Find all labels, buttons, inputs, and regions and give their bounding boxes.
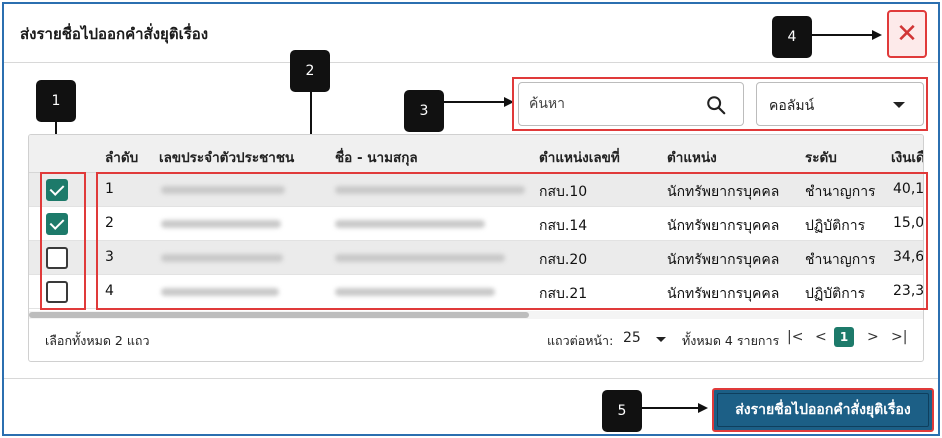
next-page-icon[interactable]: > [867,329,879,345]
callout-4-arrowhead [872,30,882,40]
name-redacted [335,186,525,194]
row-no: 3 [105,249,114,265]
row-salary: 40,1 [893,181,924,197]
row-salary: 15,0 [893,215,924,231]
row-checkbox[interactable] [46,247,68,269]
header-salary[interactable]: เงินเดื [891,146,923,168]
table-row[interactable]: 4 กสบ.21 นักทรัพยากรบุคคล ปฏิบัติการ 23,… [29,275,924,309]
citizen-id-redacted [161,220,281,228]
row-position: นักทรัพยากรบุคคล [667,286,780,302]
footer-divider [4,378,938,379]
row-checkbox[interactable] [46,179,68,201]
data-table: ลำดับ เลขประจำตัวประชาชน ชื่อ - นามสกุล … [28,134,924,362]
citizen-id-redacted [161,186,285,194]
total-count: ทั้งหมด 4 รายการ [682,333,780,348]
callout-3: 3 [404,90,444,132]
rows-per-page-value[interactable]: 25 [623,330,641,346]
row-salary: 34,6 [893,249,924,265]
dialog-title: ส่งรายชื่อไปออกคำสั่งยุติเรื่อง [20,25,209,43]
citizen-id-redacted [161,288,279,296]
row-position: นักทรัพยากรบุคคล [667,218,780,234]
name-redacted [335,254,505,262]
row-salary: 23,3 [893,283,924,299]
row-checkbox[interactable] [46,213,68,235]
row-level: ปฏิบัติการ [805,218,866,234]
row-position: นักทรัพยากรบุคคล [667,184,780,200]
callout-3-arrow [444,101,506,103]
chevron-down-icon[interactable] [656,337,666,342]
callout-5-arrowhead [698,403,708,413]
callout-5: 5 [602,390,642,432]
horizontal-scrollbar[interactable] [29,311,923,319]
header-divider [4,62,938,63]
close-button[interactable]: ✕ [887,10,927,58]
row-no: 2 [105,215,114,231]
header-level[interactable]: ระดับ [805,146,837,168]
callout-2: 2 [290,50,330,92]
button-inner-border [717,393,929,427]
table-row[interactable]: 2 กสบ.14 นักทรัพยากรบุคคล ปฏิบัติการ 15,… [29,207,924,241]
header-no[interactable]: ลำดับ [105,146,138,168]
search-field[interactable] [518,82,744,126]
table-row[interactable]: 1 กสบ.10 นักทรัพยากรบุคคล ชำนาญการ 40,1 [29,173,924,207]
citizen-id-redacted [161,254,283,262]
callout-1: 1 [36,80,76,122]
header-position[interactable]: ตำแหน่ง [667,146,717,168]
row-checkbox[interactable] [46,281,68,303]
header-name[interactable]: ชื่อ - นามสกุล [335,146,418,168]
row-no: 1 [105,181,114,197]
column-filter-label: คอลัมน์ [769,98,815,114]
submit-termination-button[interactable]: ส่งรายชื่อไปออกคำสั่งยุติเรื่อง [712,388,934,432]
row-level: ชำนาญการ [805,184,876,200]
name-redacted [335,220,485,228]
row-position-no: กสบ.20 [539,252,588,268]
callout-5-arrow [642,407,700,409]
scrollbar-thumb[interactable] [29,312,529,318]
callout-4-arrow [812,34,874,36]
table-header: ลำดับ เลขประจำตัวประชาชน ชื่อ - นามสกุล … [29,135,923,173]
row-position-no: กสบ.10 [539,184,588,200]
row-no: 4 [105,283,114,299]
dialog: ส่งรายชื่อไปออกคำสั่งยุติเรื่อง ✕ 4 3 2 … [2,2,940,436]
search-icon[interactable] [705,94,727,116]
callout-4: 4 [772,16,812,58]
selected-count: เลือกทั้งหมด 2 แถว [45,333,150,348]
current-page-button[interactable]: 1 [834,327,854,347]
callout-3-arrowhead [504,97,514,107]
rows-per-page-label: แถวต่อหน้า: [547,333,614,348]
search-input[interactable] [529,93,699,115]
chevron-down-icon [893,102,905,108]
first-page-icon[interactable]: |< [787,329,803,345]
name-redacted [335,288,495,296]
row-position: นักทรัพยากรบุคคล [667,252,780,268]
prev-page-icon[interactable]: < [815,329,827,345]
table-row[interactable]: 3 กสบ.20 นักทรัพยากรบุคคล ชำนาญการ 34,6 [29,241,924,275]
close-icon: ✕ [896,19,918,49]
column-filter-select[interactable]: คอลัมน์ [756,82,924,126]
last-page-icon[interactable]: >| [891,329,907,345]
row-level: ชำนาญการ [805,252,876,268]
header-position-no[interactable]: ตำแหน่งเลขที่ [539,146,620,168]
row-level: ปฏิบัติการ [805,286,866,302]
row-position-no: กสบ.14 [539,218,588,234]
header-citizen-id[interactable]: เลขประจำตัวประชาชน [159,146,294,168]
row-position-no: กสบ.21 [539,286,588,302]
